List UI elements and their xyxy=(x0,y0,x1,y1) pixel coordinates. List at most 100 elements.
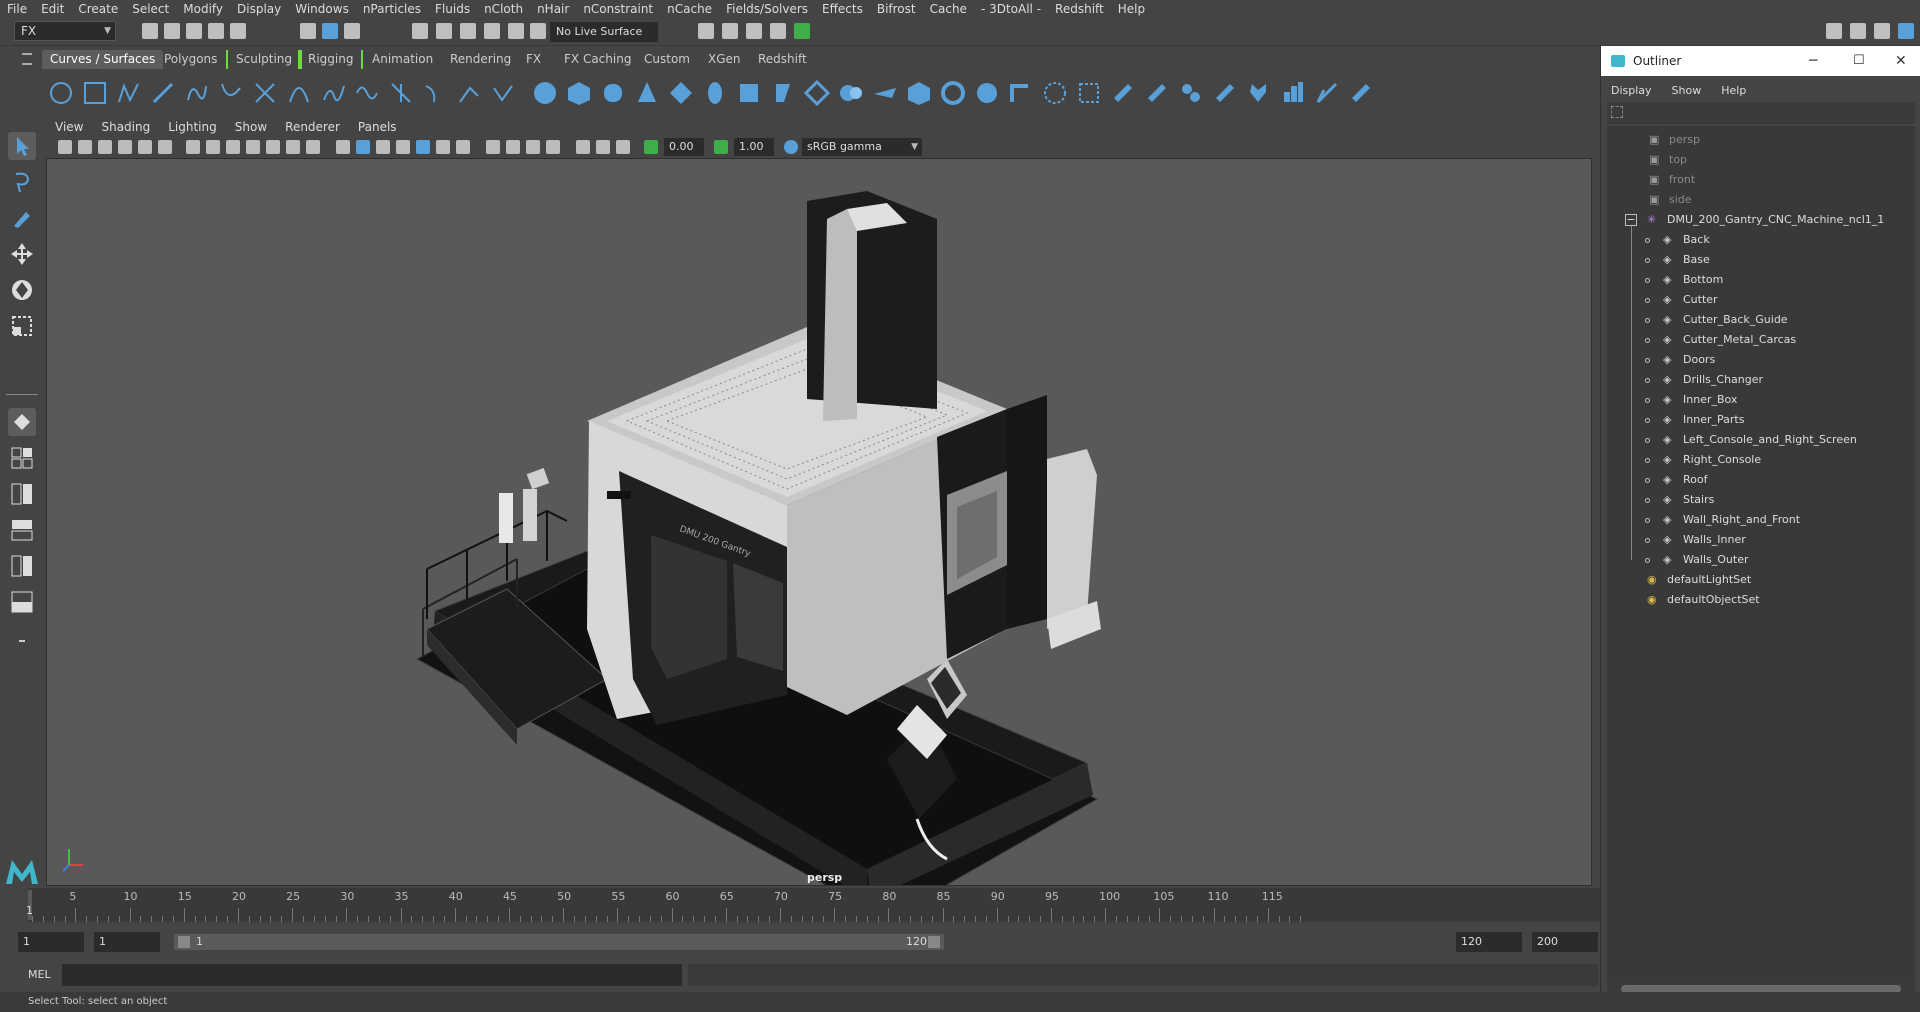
outliner-item[interactable]: ▣ front xyxy=(1607,170,1915,190)
select-object-icon[interactable] xyxy=(322,23,338,39)
nurbs-circle-icon[interactable] xyxy=(48,80,74,106)
live-surface-field[interactable]: No Live Surface xyxy=(550,22,658,42)
playback-start-field[interactable]: 1 xyxy=(94,932,160,952)
tab-xgen[interactable]: XGen xyxy=(700,50,749,69)
range-end-handle-icon[interactable] xyxy=(928,936,940,948)
rebuild-surface-icon[interactable] xyxy=(1348,80,1374,106)
gamma-icon[interactable] xyxy=(714,140,728,154)
menu-nhair[interactable]: nHair xyxy=(530,0,576,18)
outliner-item[interactable]: ◈ Wall_Right_and_Front xyxy=(1607,510,1915,530)
menu-fields-solvers[interactable]: Fields/Solvers xyxy=(719,0,815,18)
time-slider[interactable]: 5 10 15 20 25 30 35 40 45 50 55 60 65 70 75 80 85 90 95 100… xyxy=(0,888,1600,924)
pencil-curve-icon[interactable] xyxy=(218,80,244,106)
save-scene-icon[interactable] xyxy=(186,23,202,39)
rotate-tool-icon[interactable] xyxy=(8,276,36,304)
insert-isoparm-icon[interactable] xyxy=(1280,80,1306,106)
time-ruler[interactable]: 5 10 15 20 25 30 35 40 45 50 55 60 65 70 75 80 85 90 95 100… xyxy=(28,888,1600,922)
hypershade-layout-icon[interactable] xyxy=(8,552,36,580)
resolution-gate-icon[interactable] xyxy=(226,140,240,154)
outliner-item[interactable]: ◈ Cutter xyxy=(1607,290,1915,310)
lasso-tool-icon[interactable] xyxy=(8,168,36,196)
viewport-menu-renderer[interactable]: Renderer xyxy=(276,120,349,134)
bookmark-icon[interactable] xyxy=(98,140,112,154)
film-gate-icon[interactable] xyxy=(206,140,220,154)
surface-fillet-icon[interactable] xyxy=(1008,80,1034,106)
outliner-item[interactable]: ◈ Walls_Inner xyxy=(1607,530,1915,550)
outliner-item[interactable]: ◉ defaultLightSet xyxy=(1607,570,1915,590)
viewport-menu-show[interactable]: Show xyxy=(226,120,276,134)
menu-windows[interactable]: Windows xyxy=(288,0,356,18)
menu-effects[interactable]: Effects xyxy=(815,0,870,18)
collapse-icon[interactable]: − xyxy=(1625,214,1637,226)
outliner-item[interactable]: ◈ Base xyxy=(1607,250,1915,270)
menu-nparticles[interactable]: nParticles xyxy=(356,0,428,18)
menu-create[interactable]: Create xyxy=(71,0,125,18)
channel-box-icon[interactable] xyxy=(1898,23,1914,39)
outliner-item[interactable]: ◈ Cutter_Back_Guide xyxy=(1607,310,1915,330)
new-scene-icon[interactable] xyxy=(142,23,158,39)
select-camera-icon[interactable] xyxy=(58,140,72,154)
viewport-menu-lighting[interactable]: Lighting xyxy=(159,120,226,134)
cv-curve-icon[interactable] xyxy=(116,80,142,106)
outliner-item[interactable]: ◈ Bottom xyxy=(1607,270,1915,290)
command-language-label[interactable]: MEL xyxy=(28,968,51,981)
range-bar[interactable]: 1 120 xyxy=(174,934,944,950)
nurbs-cone-icon[interactable] xyxy=(634,80,660,106)
menu-file[interactable]: File xyxy=(0,0,34,18)
default-material-icon[interactable] xyxy=(376,140,390,154)
exposure-icon[interactable] xyxy=(644,140,658,154)
snap-grid-icon[interactable] xyxy=(412,23,428,39)
detach-curves-icon[interactable] xyxy=(354,80,380,106)
snap-vertex-icon[interactable] xyxy=(530,23,546,39)
open-scene-icon[interactable] xyxy=(164,23,180,39)
modeling-toolkit-icon[interactable] xyxy=(1826,23,1842,39)
tab-fx-caching[interactable]: FX Caching xyxy=(556,50,639,69)
tab-polygons[interactable]: Polygons xyxy=(156,50,225,69)
xray-icon[interactable] xyxy=(576,140,590,154)
boundary-icon[interactable] xyxy=(906,80,932,106)
birail-icon[interactable] xyxy=(872,80,898,106)
tool-settings-icon[interactable] xyxy=(1874,23,1890,39)
xray-components-icon[interactable] xyxy=(616,140,630,154)
outliner-item[interactable]: ◈ Inner_Box xyxy=(1607,390,1915,410)
attach-curves-icon[interactable] xyxy=(320,80,346,106)
extend-surface-icon[interactable] xyxy=(1314,80,1340,106)
outliner-menu-help[interactable]: Help xyxy=(1711,84,1756,97)
nurbs-square-icon[interactable] xyxy=(82,80,108,106)
range-start-handle-icon[interactable] xyxy=(178,936,190,948)
snap-surface-icon[interactable] xyxy=(508,23,524,39)
menu-cache[interactable]: Cache xyxy=(923,0,974,18)
outliner-item[interactable]: ◈ Doors xyxy=(1607,350,1915,370)
use-all-lights-icon[interactable] xyxy=(416,140,430,154)
viewport-menu-panels[interactable]: Panels xyxy=(349,120,406,134)
persp-graph-layout-icon[interactable] xyxy=(8,516,36,544)
intersect-surfaces-icon[interactable] xyxy=(1076,80,1102,106)
render-settings-icon[interactable] xyxy=(698,23,714,39)
snap-view-icon[interactable] xyxy=(484,23,500,39)
tab-rigging[interactable]: Rigging xyxy=(298,50,364,69)
trim-tool-icon[interactable] xyxy=(1110,80,1136,106)
outliner-menu-show[interactable]: Show xyxy=(1662,84,1712,97)
animation-start-field[interactable]: 1 xyxy=(18,932,84,952)
tab-fx[interactable]: FX xyxy=(518,50,549,69)
outliner-item[interactable]: ◉ defaultObjectSet xyxy=(1607,590,1915,610)
perspective-viewport[interactable]: DMU 200 Gantry persp xyxy=(46,158,1592,886)
menu-ncloth[interactable]: nCloth xyxy=(477,0,530,18)
project-curve-icon[interactable] xyxy=(1042,80,1068,106)
menu-help[interactable]: Help xyxy=(1111,0,1152,18)
2d-pan-zoom-icon[interactable] xyxy=(138,140,152,154)
loft-icon[interactable] xyxy=(770,80,796,106)
toolbox-more-icon[interactable] xyxy=(19,640,25,642)
custom-layout-icon[interactable] xyxy=(8,588,36,616)
outliner-item[interactable]: ◈ Inner_Parts xyxy=(1607,410,1915,430)
motion-blur-icon[interactable] xyxy=(486,140,500,154)
isolate-select-icon[interactable] xyxy=(546,140,560,154)
shadows-icon[interactable] xyxy=(436,140,450,154)
select-hierarchy-icon[interactable] xyxy=(300,23,316,39)
grease-pencil-icon[interactable] xyxy=(158,140,172,154)
square-surface-icon[interactable] xyxy=(940,80,966,106)
ep-curve-icon[interactable] xyxy=(150,80,176,106)
xray-joints-icon[interactable] xyxy=(596,140,610,154)
outliner-item[interactable]: ◈ Cutter_Metal_Carcas xyxy=(1607,330,1915,350)
redo-icon[interactable] xyxy=(230,23,246,39)
